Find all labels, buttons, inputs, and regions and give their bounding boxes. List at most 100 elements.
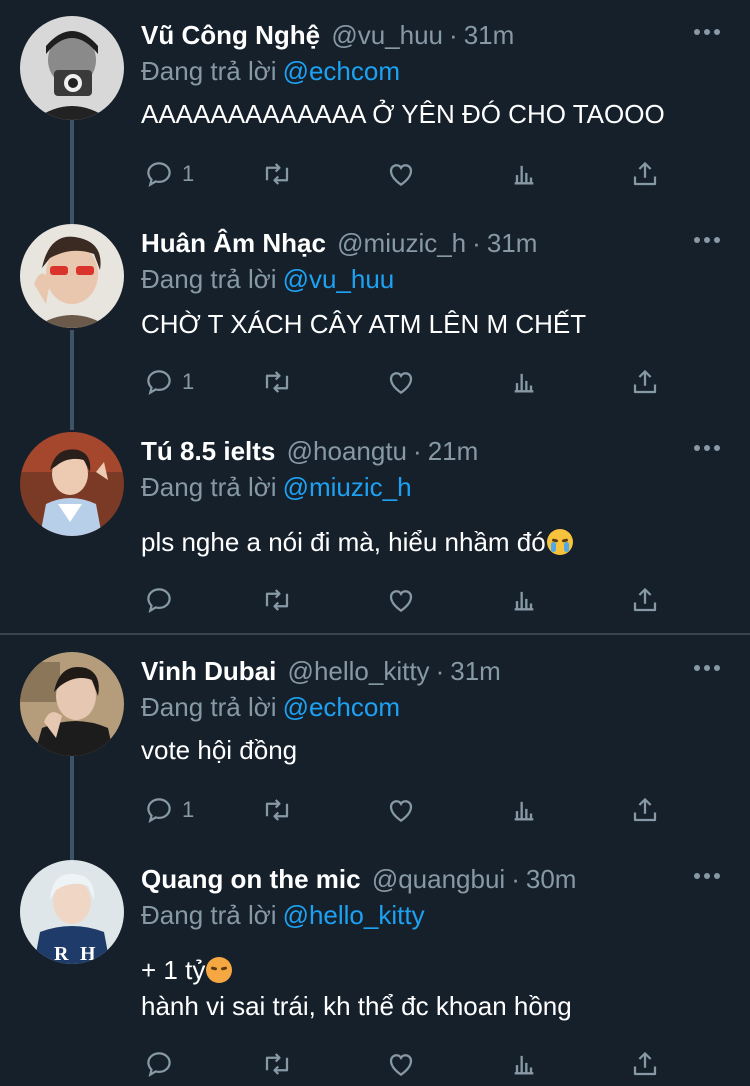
like-button[interactable] (385, 156, 417, 192)
reply-button[interactable] (144, 582, 182, 618)
retweet-icon (265, 799, 289, 821)
timestamp[interactable]: 30m (526, 864, 577, 894)
retweet-button[interactable] (260, 582, 294, 618)
heart-icon (389, 800, 413, 822)
analytics-button[interactable] (510, 792, 538, 828)
reply-button[interactable]: 1 (144, 156, 194, 192)
tweet-text-line: pls nghe a nói đi mà, hiểu nhầm đó (141, 527, 546, 557)
svg-text:H: H (80, 943, 96, 964)
display-name[interactable]: Huân Âm Nhạc (141, 228, 326, 258)
tweet-header: Huân Âm Nhạc @miuzic_h · 31m (141, 228, 537, 259)
replying-to: Đang trả lời @echcom (141, 692, 400, 723)
replying-to-label: Đang trả lời (141, 900, 277, 930)
more-icon[interactable] (694, 444, 720, 452)
tweet-actions: 1 (140, 792, 680, 828)
retweet-button[interactable] (260, 1046, 294, 1082)
analytics-button[interactable] (510, 156, 538, 192)
thread-divider (0, 633, 750, 635)
share-button[interactable] (630, 582, 660, 618)
retweet-icon (265, 163, 289, 185)
share-button[interactable] (630, 1046, 660, 1082)
tweet-text-line: vote hội đồng (141, 735, 298, 765)
share-button[interactable] (630, 364, 660, 400)
tweet[interactable]: Vũ Công Nghệ @vu_huu · 31m Đang trả lời @ec… (0, 16, 750, 206)
replying-to: Đang trả lời @echcom (141, 56, 400, 87)
like-button[interactable] (385, 792, 417, 828)
avatar[interactable] (20, 432, 124, 536)
tweet[interactable]: Vinh Dubai @hello_kitty · 31m Đang trả lời… (0, 652, 750, 842)
tweet[interactable]: Tú 8.5 ielts @hoangtu · 21m Đang trả lời @m… (0, 432, 750, 627)
mention-link[interactable]: @echcom (283, 56, 400, 86)
more-icon[interactable] (694, 28, 720, 36)
reply-button[interactable]: 1 (144, 364, 194, 400)
timestamp[interactable]: 21m (428, 436, 479, 466)
user-handle[interactable]: @miuzic_h (337, 228, 466, 258)
replying-to: Đang trả lời @hello_kitty (141, 900, 425, 931)
heart-icon (389, 1054, 413, 1076)
display-name[interactable]: Vũ Công Nghệ (141, 20, 320, 50)
replying-to: Đang trả lời @miuzic_h (141, 472, 412, 503)
mention-link[interactable]: @hello_kitty (283, 900, 425, 930)
user-handle[interactable]: @vu_huu (331, 20, 443, 50)
more-icon[interactable] (694, 872, 720, 880)
user-handle[interactable]: @hoangtu (287, 436, 407, 466)
analytics-button[interactable] (510, 1046, 538, 1082)
reply-count: 1 (182, 797, 195, 822)
mention-link[interactable]: @vu_huu (283, 264, 395, 294)
more-icon[interactable] (694, 236, 720, 244)
like-button[interactable] (385, 582, 417, 618)
replying-to-label: Đang trả lời (141, 692, 277, 722)
avatar[interactable] (20, 652, 124, 756)
avatar[interactable]: R H (20, 860, 124, 964)
retweet-button[interactable] (260, 792, 294, 828)
user-handle[interactable]: @quangbui (372, 864, 505, 894)
tweet-header: Tú 8.5 ielts @hoangtu · 21m (141, 436, 478, 467)
avatar[interactable] (20, 224, 124, 328)
persevering-face-emoji (206, 957, 233, 983)
analytics-button[interactable] (510, 582, 538, 618)
user-handle[interactable]: @hello_kitty (288, 656, 430, 686)
tweet[interactable]: R H Quang on the mic @quangbui · 30m Đang … (0, 860, 750, 1086)
share-button[interactable] (630, 792, 660, 828)
tweet-text: CHỜ T XÁCH CÂY ATM LÊN M CHẾT (141, 306, 586, 342)
reply-icon (147, 798, 171, 823)
tweet-text-line: hành vi sai trái, kh thể đc khoan hồng (141, 991, 572, 1021)
crying-face-emoji (546, 529, 573, 555)
tweet-text: pls nghe a nói đi mà, hiểu nhầm đó (141, 524, 573, 560)
analytics-icon (514, 165, 534, 185)
replying-to-label: Đang trả lời (141, 264, 277, 294)
tweet[interactable]: Huân Âm Nhạc @miuzic_h · 31m Đang trả lời @… (0, 224, 750, 414)
timestamp[interactable]: 31m (487, 228, 538, 258)
heart-icon (389, 590, 413, 612)
timestamp[interactable]: 31m (450, 656, 501, 686)
like-button[interactable] (385, 364, 417, 400)
like-button[interactable] (385, 1046, 417, 1082)
mention-link[interactable]: @echcom (283, 692, 400, 722)
tweet-text-line: CHỜ T XÁCH CÂY ATM LÊN M CHẾT (141, 309, 587, 339)
reply-icon (147, 370, 171, 395)
more-icon[interactable] (694, 664, 720, 672)
retweet-button[interactable] (260, 156, 294, 192)
replying-to-label: Đang trả lời (141, 472, 277, 502)
avatar[interactable] (20, 16, 124, 120)
analytics-icon (514, 1055, 534, 1075)
retweet-icon (265, 589, 289, 611)
tweet-text-line: AAAAAAAAAAAAA Ở YÊN ĐÓ CHO TAOOO (141, 99, 665, 129)
timestamp[interactable]: 31m (464, 20, 515, 50)
reply-button[interactable]: 1 (144, 792, 194, 828)
retweet-button[interactable] (260, 364, 294, 400)
share-button[interactable] (630, 156, 660, 192)
display-name[interactable]: Tú 8.5 ielts (141, 436, 275, 466)
display-name[interactable]: Quang on the mic (141, 864, 361, 894)
heart-icon (389, 164, 413, 186)
tweet-header: Vũ Công Nghệ @vu_huu · 31m (141, 20, 514, 51)
analytics-icon (514, 801, 534, 821)
analytics-button[interactable] (510, 364, 538, 400)
analytics-icon (514, 591, 534, 611)
display-name[interactable]: Vinh Dubai (141, 656, 276, 686)
tweet-text: vote hội đồng (141, 732, 297, 768)
reply-button[interactable] (144, 1046, 182, 1082)
tweet-text-line: + 1 tỷ (141, 955, 206, 985)
replying-to-label: Đang trả lời (141, 56, 277, 86)
mention-link[interactable]: @miuzic_h (283, 472, 412, 502)
